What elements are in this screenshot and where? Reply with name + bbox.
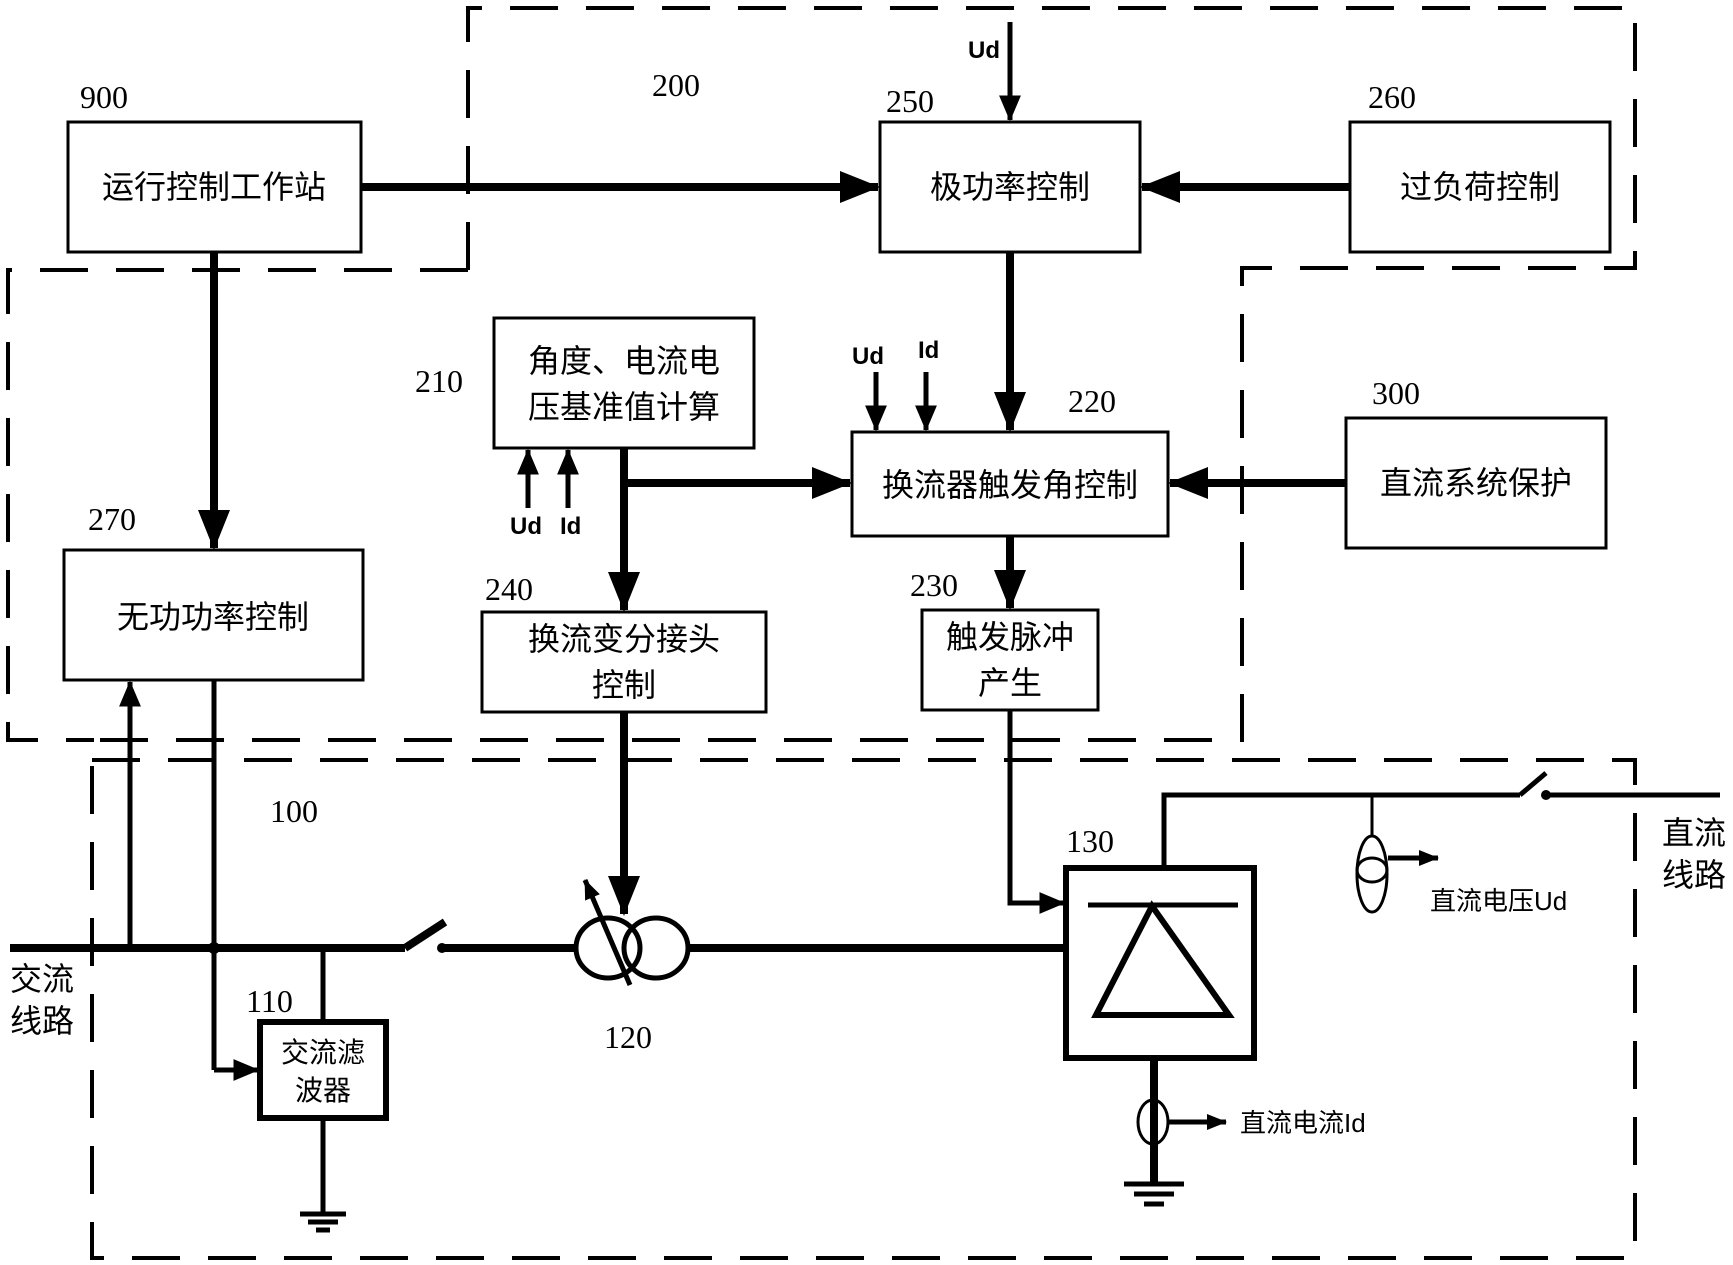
- block-300-label: 直流系统保护: [1380, 464, 1572, 502]
- block-240-label-line2: 控制: [592, 666, 656, 704]
- dc-line-label-2: 线路: [1662, 856, 1726, 894]
- block-110[interactable]: 交流滤 波器: [257, 1019, 389, 1121]
- block-230-label-line2: 产生: [978, 664, 1042, 702]
- block-900[interactable]: 运行控制工作站: [66, 120, 363, 254]
- junction-dot: [208, 942, 220, 954]
- block-110-label-line1: 交流滤: [281, 1036, 365, 1069]
- block-240-id: 240: [485, 571, 533, 607]
- block-240[interactable]: 换流变分接头 控制: [480, 610, 768, 714]
- block-270[interactable]: 无功功率控制: [62, 548, 365, 682]
- signal-id-220: Id: [918, 337, 939, 364]
- block-210[interactable]: 角度、电流电 压基准值计算: [492, 316, 756, 450]
- block-900-id: 900: [80, 79, 128, 115]
- block-210-label-line1: 角度、电流电: [528, 342, 720, 380]
- transformer-id: 120: [604, 1019, 652, 1055]
- block-210-label-line2: 压基准值计算: [528, 388, 720, 426]
- block-230-id: 230: [910, 567, 958, 603]
- dc-line-top: [1161, 792, 1520, 868]
- block-210-id: 210: [415, 363, 463, 399]
- ac-line-label-1: 交流: [10, 960, 74, 998]
- block-300[interactable]: 直流系统保护: [1344, 416, 1608, 550]
- block-270-label: 无功功率控制: [117, 598, 309, 636]
- block-260[interactable]: 过负荷控制: [1348, 120, 1612, 254]
- block-220-id: 220: [1068, 383, 1116, 419]
- dc-voltage-label: 直流电压Ud: [1430, 886, 1567, 916]
- transformer-icon[interactable]: [573, 879, 691, 986]
- signal-id-210: Id: [560, 513, 581, 540]
- block-250-id: 250: [886, 83, 934, 119]
- converter-icon[interactable]: [1063, 865, 1257, 1061]
- region-100-label: 100: [270, 793, 318, 829]
- block-230-label-line1: 触发脉冲: [946, 618, 1074, 656]
- block-270-id: 270: [88, 501, 136, 537]
- block-300-id: 300: [1372, 375, 1420, 411]
- dc-breaker-blade: [1518, 771, 1548, 797]
- dc-current-label: 直流电流Id: [1240, 1108, 1366, 1138]
- signal-ud-250: Ud: [968, 37, 1000, 64]
- block-110-label-line2: 波器: [295, 1074, 351, 1107]
- block-250-label: 极功率控制: [930, 168, 1090, 206]
- control-diagram: 200 100 900 运行控制工作站 250 极功率控制 260 过负荷控制 …: [6, 6, 1726, 1260]
- block-260-id: 260: [1368, 79, 1416, 115]
- block-250[interactable]: 极功率控制: [878, 120, 1142, 254]
- block-240-label-line1: 换流变分接头: [528, 620, 720, 658]
- ac-line-label-2: 线路: [10, 1002, 74, 1040]
- signal-ud-210: Ud: [510, 513, 542, 540]
- block-220-label: 换流器触发角控制: [882, 466, 1138, 504]
- signal-ud-220: Ud: [852, 343, 884, 370]
- block-220[interactable]: 换流器触发角控制: [850, 430, 1170, 538]
- ground-icon-130: [1124, 1181, 1184, 1207]
- block-900-label: 运行控制工作站: [102, 168, 326, 206]
- region-200-label: 200: [652, 67, 700, 103]
- voltage-transformer-icon: [1355, 834, 1389, 914]
- block-110-id: 110: [246, 983, 293, 1019]
- block-260-label: 过负荷控制: [1400, 168, 1560, 206]
- ground-icon-110: [300, 1211, 346, 1233]
- block-230[interactable]: 触发脉冲 产生: [920, 608, 1100, 712]
- converter-id: 130: [1066, 823, 1114, 859]
- dc-line-label-1: 直流: [1662, 814, 1726, 852]
